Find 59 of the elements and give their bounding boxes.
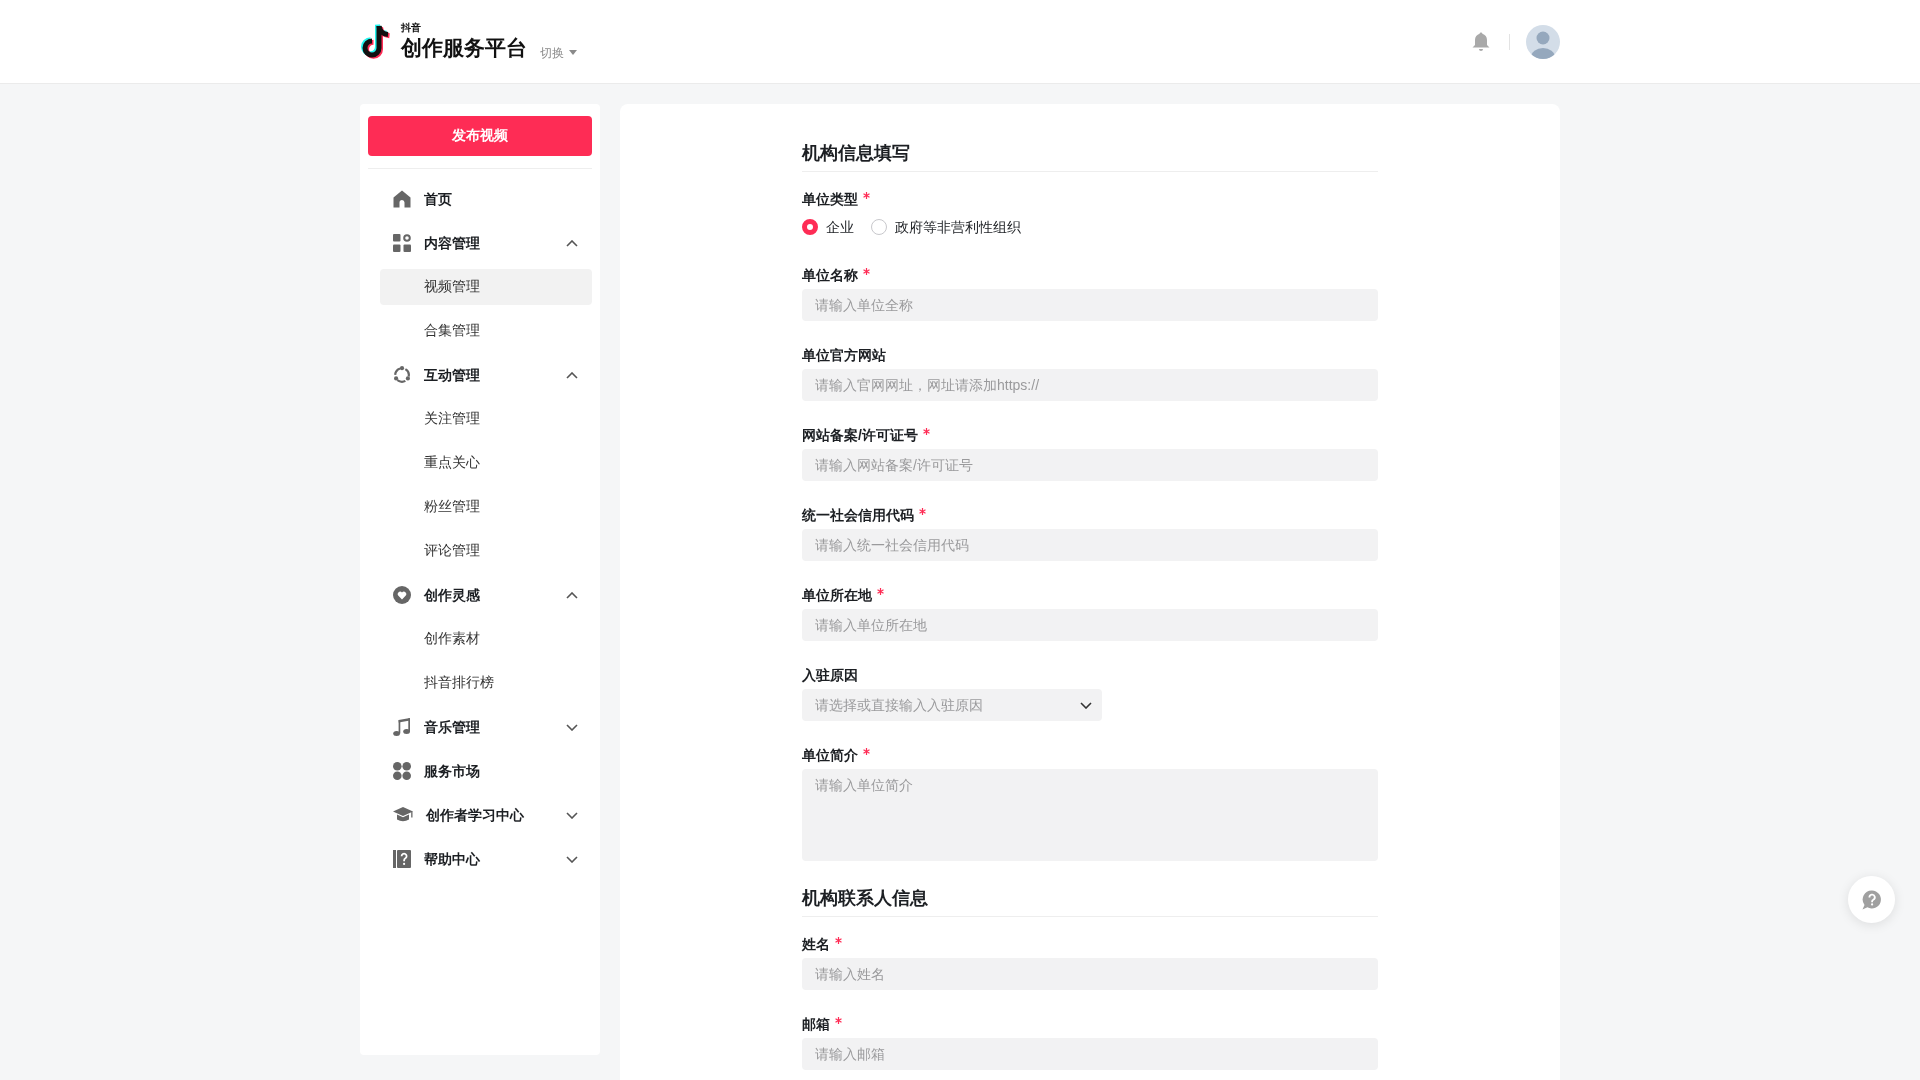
- switch-button[interactable]: 切换: [540, 44, 577, 61]
- submenu-item[interactable]: 创作素材: [380, 621, 592, 657]
- field-label: 单位名称: [802, 266, 858, 285]
- submenu-item[interactable]: 重点关心: [380, 445, 592, 481]
- graduation-cap-icon: [393, 807, 413, 823]
- radio-option[interactable]: 企业: [802, 217, 854, 237]
- radio-selected-icon[interactable]: [802, 219, 818, 235]
- submenu-item[interactable]: 粉丝管理: [380, 489, 592, 525]
- help-button[interactable]: [1848, 876, 1895, 923]
- section-title: 机构联系人信息: [802, 887, 928, 910]
- brand-subtitle: 抖音: [401, 22, 421, 34]
- radio-empty-icon[interactable]: [871, 219, 887, 235]
- input-field[interactable]: 请输入网站备案/许可证号: [802, 449, 1378, 481]
- section-title: 机构信息填写: [802, 142, 910, 165]
- help-book-icon: [393, 850, 411, 868]
- submenu-item[interactable]: 关注管理: [380, 401, 592, 437]
- music-note-icon: [393, 718, 411, 736]
- publish-button[interactable]: 发布视频: [368, 116, 592, 156]
- menu-item[interactable]: 创作灵感: [368, 573, 592, 617]
- four-circles-icon: [393, 762, 411, 780]
- field-label: 入驻原因: [802, 666, 858, 685]
- avatar-icon[interactable]: [1526, 24, 1560, 59]
- menu-item[interactable]: 首页: [368, 177, 592, 221]
- menu-item[interactable]: 创作者学习中心: [368, 793, 592, 837]
- submenu-item[interactable]: 评论管理: [380, 533, 592, 569]
- bell-icon[interactable]: [1472, 31, 1490, 52]
- input-field[interactable]: 请输入单位所在地: [802, 609, 1378, 641]
- field-label: 姓名: [802, 935, 830, 954]
- home-icon: [393, 190, 411, 208]
- menu-item[interactable]: 服务市场: [368, 749, 592, 793]
- textarea-field[interactable]: 请输入单位简介: [802, 769, 1378, 861]
- menu-item[interactable]: 帮助中心: [368, 837, 592, 881]
- grid-icon: [393, 234, 411, 252]
- input-field[interactable]: 请输入统一社会信用代码: [802, 529, 1378, 561]
- menu-item[interactable]: 音乐管理: [368, 705, 592, 749]
- input-field[interactable]: 请输入单位全称: [802, 289, 1378, 321]
- field-label: 统一社会信用代码: [802, 506, 914, 525]
- help-bubble-icon: [1861, 889, 1882, 910]
- input-field[interactable]: 请输入官网网址，网址请添加https://: [802, 369, 1378, 401]
- field-label: 单位官方网站: [802, 346, 886, 365]
- select-field[interactable]: 请选择或直接输入入驻原因: [802, 689, 1102, 721]
- chevron-down-icon: [1080, 702, 1092, 709]
- field-label: 单位所在地: [802, 586, 872, 605]
- field-label: 邮箱: [802, 1015, 830, 1034]
- submenu-item[interactable]: 合集管理: [380, 313, 592, 349]
- caret-down-icon: [569, 50, 577, 55]
- input-field[interactable]: 请输入姓名: [802, 958, 1378, 990]
- field-label: 网站备案/许可证号: [802, 426, 918, 445]
- radio-option[interactable]: 政府等非营利性组织: [871, 217, 1021, 237]
- cycle-icon: [393, 366, 411, 384]
- submenu-item[interactable]: 视频管理: [380, 269, 592, 305]
- menu-item[interactable]: 内容管理: [368, 221, 592, 265]
- menu-item[interactable]: 互动管理: [368, 353, 592, 397]
- logo-icon: [360, 23, 392, 60]
- submenu-item[interactable]: 抖音排行榜: [380, 665, 592, 701]
- input-field[interactable]: 请输入邮箱: [802, 1038, 1378, 1070]
- brand-title: 创作服务平台: [401, 35, 527, 61]
- field-label: 单位简介: [802, 746, 858, 765]
- field-label: 单位类型: [802, 190, 858, 209]
